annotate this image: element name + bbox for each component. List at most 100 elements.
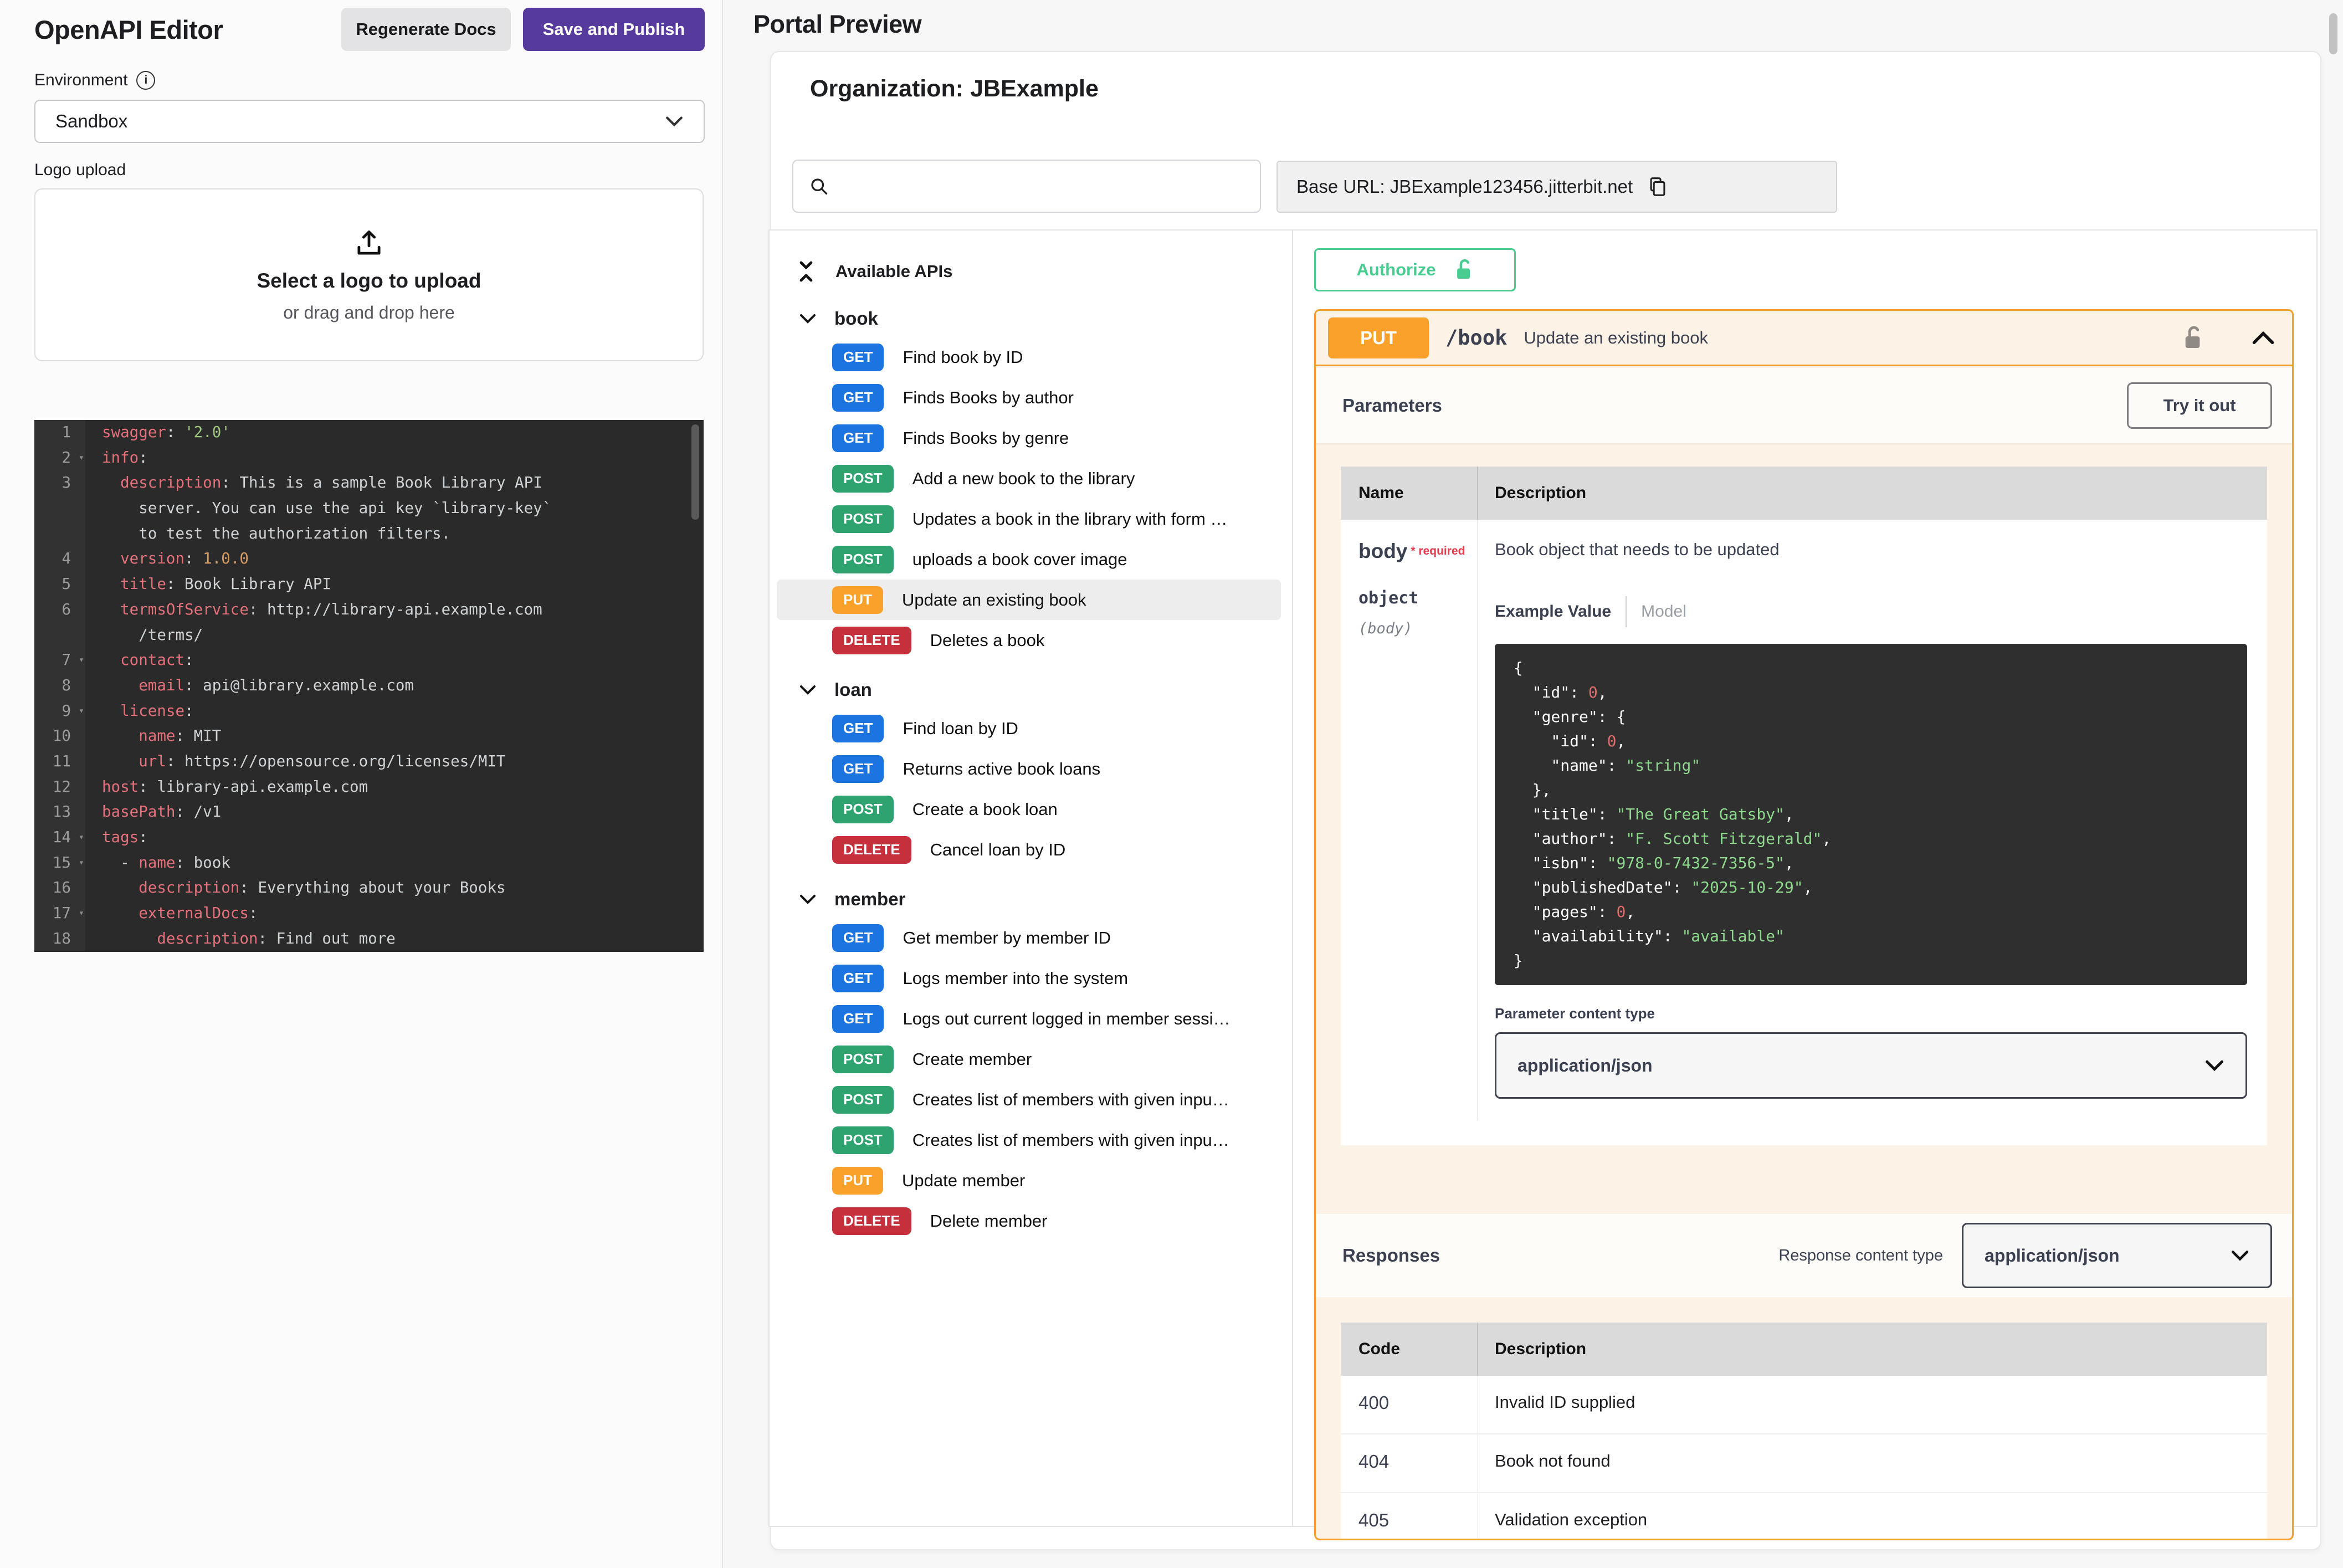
- endpoint-label: Delete member: [930, 1211, 1048, 1231]
- responses-table-header: Code Description: [1341, 1323, 2267, 1376]
- endpoint-row[interactable]: POST Add a new book to the library: [777, 458, 1286, 499]
- regenerate-docs-button[interactable]: Regenerate Docs: [341, 8, 511, 51]
- response-description: Book not found: [1478, 1434, 1611, 1492]
- code-line: server. You can use the api key `library…: [34, 496, 704, 521]
- response-row: 400Invalid ID supplied: [1341, 1376, 2267, 1433]
- method-badge-post: POST: [832, 1046, 894, 1073]
- code-line: to test the authorization filters.: [34, 521, 704, 547]
- endpoint-row[interactable]: GETLogs out current logged in member ses…: [777, 998, 1286, 1039]
- endpoint-row[interactable]: PUTUpdate an existing book: [777, 580, 1281, 620]
- tab-model[interactable]: Model: [1641, 602, 1686, 621]
- yaml-code-editor[interactable]: 1swagger: '2.0'2▾info:3 description: Thi…: [34, 420, 704, 952]
- response-content-type-value: application/json: [1985, 1246, 2120, 1266]
- endpoint-row[interactable]: GETLogs member into the system: [777, 958, 1286, 998]
- endpoint-row[interactable]: PUTUpdate member: [777, 1160, 1286, 1201]
- endpoint-row[interactable]: GETFinds Books by genre: [777, 418, 1286, 458]
- chevron-down-icon: [2231, 1249, 2249, 1262]
- parameter-description: Book object that needs to be updated: [1495, 540, 2247, 560]
- endpoint-row[interactable]: POST Create member: [777, 1039, 1286, 1079]
- method-badge-delete: DELETE: [832, 836, 911, 864]
- environment-select[interactable]: Sandbox: [34, 100, 705, 143]
- endpoint-label: Add a new book to the library: [912, 469, 1135, 489]
- example-json-block[interactable]: { "id": 0, "genre": { "id": 0, "name": "…: [1495, 644, 2247, 985]
- api-group-header-member[interactable]: member: [777, 870, 1286, 918]
- environment-label: Environment: [34, 71, 127, 90]
- endpoint-label: Update member: [902, 1171, 1025, 1191]
- example-model-tabs: Example Value Model: [1495, 596, 2247, 627]
- base-url-text: Base URL: JBExample123456.jitterbit.net: [1296, 176, 1633, 197]
- endpoint-label: Find book by ID: [903, 347, 1023, 367]
- endpoint-row[interactable]: POSTUpdates a book in the library with f…: [777, 499, 1286, 539]
- responses-rows: 400Invalid ID supplied404Book not found4…: [1341, 1376, 2267, 1540]
- endpoint-row[interactable]: GETGet member by member ID: [777, 918, 1286, 958]
- response-code: 400: [1341, 1376, 1478, 1433]
- method-badge-get: GET: [832, 384, 884, 412]
- code-line: 13basePath: /v1: [34, 800, 704, 825]
- upload-icon: [353, 227, 385, 259]
- endpoint-label: Create member: [912, 1049, 1032, 1069]
- chevron-down-icon: [665, 115, 684, 128]
- collapse-all-icon[interactable]: [797, 259, 816, 284]
- parameters-title: Parameters: [1342, 395, 1442, 416]
- api-group-header-book[interactable]: book: [777, 289, 1286, 337]
- lock-icon[interactable]: [2182, 325, 2203, 351]
- save-and-publish-button[interactable]: Save and Publish: [523, 8, 705, 51]
- method-badge-delete: DELETE: [832, 627, 911, 654]
- endpoint-row[interactable]: DELETE Cancel loan by ID: [777, 829, 1286, 870]
- collapse-operation-icon[interactable]: [2251, 330, 2275, 346]
- method-badge-post: POST: [832, 1126, 894, 1154]
- endpoint-row[interactable]: GET Finds Books by author: [777, 377, 1286, 418]
- api-search-input[interactable]: [792, 160, 1261, 213]
- endpoint-label: Creates list of members with given inpu…: [912, 1130, 1229, 1150]
- endpoint-row[interactable]: POSTuploads a book cover image: [777, 539, 1286, 580]
- authorize-button[interactable]: Authorize: [1314, 248, 1516, 291]
- organization-name: JBExample: [970, 75, 1099, 102]
- copy-icon[interactable]: [1648, 176, 1667, 197]
- put-book-operation-panel: PUT /book Update an existing book Parame…: [1314, 309, 2294, 1540]
- environment-row: Environment i: [34, 71, 155, 90]
- code-line: 18 description: Find out more: [34, 926, 704, 952]
- code-line: 17▾ externalDocs:: [34, 901, 704, 926]
- endpoint-label: Finds Books by author: [903, 388, 1073, 408]
- response-content-type-select[interactable]: application/json: [1962, 1223, 2272, 1288]
- editor-scrollbar[interactable]: [691, 424, 699, 520]
- code-line: 8 email: api@library.example.com: [34, 673, 704, 699]
- tab-example-value[interactable]: Example Value: [1495, 602, 1611, 621]
- endpoint-row[interactable]: GETFind loan by ID: [777, 708, 1286, 749]
- endpoint-row[interactable]: DELETEDelete member: [777, 1201, 1286, 1241]
- parameters-table: Name Description body* required object (…: [1341, 467, 2267, 1145]
- organization-label: Organization:: [810, 75, 963, 102]
- method-badge-get: GET: [832, 924, 884, 952]
- chevron-down-icon: [2204, 1059, 2224, 1072]
- base-url-chip: Base URL: JBExample123456.jitterbit.net: [1276, 161, 1837, 213]
- endpoint-row[interactable]: POSTCreates list of members with given i…: [777, 1079, 1286, 1120]
- endpoint-row[interactable]: DELETEDeletes a book: [777, 620, 1286, 660]
- code-line: 7▾ contact:: [34, 648, 704, 673]
- method-badge-put: PUT: [1328, 317, 1429, 358]
- method-badge-post: POST: [832, 465, 894, 493]
- code-line: 2▾info:: [34, 445, 704, 471]
- endpoint-row[interactable]: POSTCreate a book loan: [777, 789, 1286, 829]
- parameter-content-type-label: Parameter content type: [1495, 1005, 2247, 1022]
- chevron-down-icon: [799, 893, 817, 905]
- code-line: /terms/: [34, 623, 704, 648]
- api-group-header-loan[interactable]: loan: [777, 660, 1286, 708]
- endpoint-row[interactable]: GETFind book by ID: [777, 337, 1286, 377]
- description-column-header: Description: [1478, 1340, 1586, 1359]
- parameter-row: body* required object (body) Book object…: [1341, 520, 2267, 1121]
- api-group-name: member: [834, 889, 905, 910]
- endpoint-row[interactable]: POST Creates list of members with given i…: [777, 1120, 1286, 1160]
- try-it-out-button[interactable]: Try it out: [2127, 382, 2272, 429]
- logo-upload-dropzone[interactable]: Select a logo to upload or drag and drop…: [34, 188, 704, 361]
- endpoint-row[interactable]: GETReturns active book loans: [777, 749, 1286, 789]
- page-scrollbar[interactable]: [2329, 13, 2337, 54]
- parameter-content-type-select[interactable]: application/json: [1495, 1032, 2247, 1099]
- endpoint-label: Cancel loan by ID: [930, 840, 1066, 860]
- operation-header[interactable]: PUT /book Update an existing book: [1316, 311, 2292, 366]
- code-line: 6 termsOfService: http://library-api.exa…: [34, 597, 704, 623]
- operation-summary: Update an existing book: [1524, 328, 1708, 348]
- code-column-header: Code: [1341, 1323, 1478, 1376]
- endpoint-label: Updates a book in the library with form …: [912, 509, 1228, 529]
- method-badge-get: GET: [832, 755, 884, 783]
- available-apis-header[interactable]: Available APIs: [777, 244, 1286, 289]
